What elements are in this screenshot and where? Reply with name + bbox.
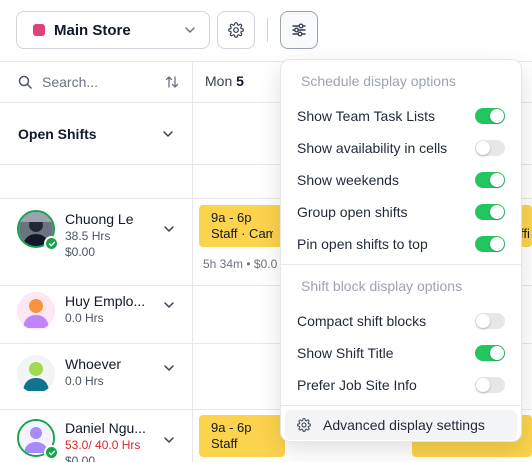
chevron-down-icon xyxy=(185,27,195,33)
search-icon xyxy=(18,75,32,89)
toggle-switch[interactable] xyxy=(475,204,505,220)
sliders-icon xyxy=(292,23,306,37)
chevron-down-icon[interactable] xyxy=(162,361,176,375)
menu-section-title: Schedule display options xyxy=(301,73,456,89)
shift-role: Staff xyxy=(211,436,238,451)
menu-item-label: Prefer Job Site Info xyxy=(297,377,417,393)
toggle-switch[interactable] xyxy=(475,108,505,124)
menu-item-label: Show Shift Title xyxy=(297,345,394,361)
menu-item-compact-shift-blocks[interactable]: Compact shift blocks xyxy=(281,305,521,337)
toggle-switch[interactable] xyxy=(475,236,505,252)
employee-row[interactable]: Huy Emplo... 0.0 Hrs xyxy=(0,292,193,330)
day-header-mon: Mon 5 xyxy=(205,73,244,89)
search-bar[interactable]: Search... xyxy=(0,62,193,102)
menu-item-prefer-job-site-info[interactable]: Prefer Job Site Info xyxy=(281,369,521,401)
chevron-down-icon[interactable] xyxy=(162,222,176,236)
menu-item-label: Show weekends xyxy=(297,172,399,188)
store-color-swatch xyxy=(33,24,45,36)
menu-item-group-open-shifts[interactable]: Group open shifts xyxy=(281,196,521,228)
menu-divider xyxy=(281,264,521,265)
menu-item-label: Show Team Task Lists xyxy=(297,108,435,124)
open-shifts-toggle[interactable]: Open Shifts xyxy=(0,103,193,165)
display-options-menu: Schedule display options Show Team Task … xyxy=(280,59,522,442)
employee-row[interactable]: Whoever 0.0 Hrs xyxy=(0,355,193,393)
gear-icon xyxy=(297,418,311,432)
menu-item-pin-open-shifts[interactable]: Pin open shifts to top xyxy=(281,228,521,260)
avatar xyxy=(17,210,59,251)
avatar xyxy=(17,355,55,393)
toggle-switch[interactable] xyxy=(475,172,505,188)
avatar xyxy=(17,419,59,460)
employee-row[interactable]: Chuong Le 38.5 Hrs $0.00 xyxy=(0,210,193,260)
menu-divider xyxy=(281,405,521,406)
menu-item-show-shift-title[interactable]: Show Shift Title xyxy=(281,337,521,369)
toggle-switch[interactable] xyxy=(475,377,505,393)
advanced-display-settings-button[interactable]: Advanced display settings xyxy=(285,410,517,440)
menu-item-label: Pin open shifts to top xyxy=(297,236,428,252)
menu-item-label: Compact shift blocks xyxy=(297,313,427,329)
toolbar-divider xyxy=(267,18,268,42)
store-selector[interactable]: Main Store xyxy=(16,11,210,49)
verified-icon xyxy=(44,445,59,460)
shift-meta: 5h 34m • $0.0 xyxy=(203,257,278,271)
chevron-down-icon[interactable] xyxy=(162,298,176,312)
open-shifts-label: Open Shifts xyxy=(18,126,97,142)
menu-section-title: Shift block display options xyxy=(301,278,463,294)
chevron-down-icon xyxy=(163,131,173,137)
menu-item-show-team-task-lists[interactable]: Show Team Task Lists xyxy=(281,100,521,132)
toggle-switch[interactable] xyxy=(475,345,505,361)
menu-item-show-availability[interactable]: Show availability in cells xyxy=(281,132,521,164)
search-input[interactable]: Search... xyxy=(42,74,165,90)
menu-item-label: Group open shifts xyxy=(297,204,408,220)
menu-item-label: Show availability in cells xyxy=(297,140,448,156)
shift-block[interactable]: 9a - 6p Staff xyxy=(199,415,285,457)
avatar xyxy=(17,292,55,330)
shift-time: 9a - 6p xyxy=(211,420,252,435)
gear-icon xyxy=(228,22,244,38)
sort-icon[interactable] xyxy=(165,75,179,89)
toggle-switch[interactable] xyxy=(475,313,505,329)
employee-pay: $0.00 xyxy=(65,454,96,462)
settings-button[interactable] xyxy=(217,11,255,49)
day-name: Mon xyxy=(205,73,233,89)
employee-pay: $0.00 xyxy=(65,245,96,259)
shift-time: 9a - 6p xyxy=(211,210,252,225)
chevron-down-icon[interactable] xyxy=(162,433,176,447)
day-number: 5 xyxy=(236,73,244,89)
verified-icon xyxy=(44,236,59,251)
advanced-display-settings-label: Advanced display settings xyxy=(323,417,485,433)
display-options-button[interactable] xyxy=(280,11,318,49)
toggle-switch[interactable] xyxy=(475,140,505,156)
menu-item-show-weekends[interactable]: Show weekends xyxy=(281,164,521,196)
employee-row[interactable]: Daniel Ngu... 53.0/ 40.0 Hrs $0.00 xyxy=(0,419,193,462)
store-name: Main Store xyxy=(54,21,131,39)
shift-role: Staff · Came xyxy=(211,226,273,241)
employee-hours: 0.0 Hrs xyxy=(65,311,104,325)
shift-block[interactable]: 9a - 6p Staff · Came xyxy=(199,205,285,247)
employee-hours: 0.0 Hrs xyxy=(65,374,104,388)
toolbar: Main Store xyxy=(0,0,532,62)
